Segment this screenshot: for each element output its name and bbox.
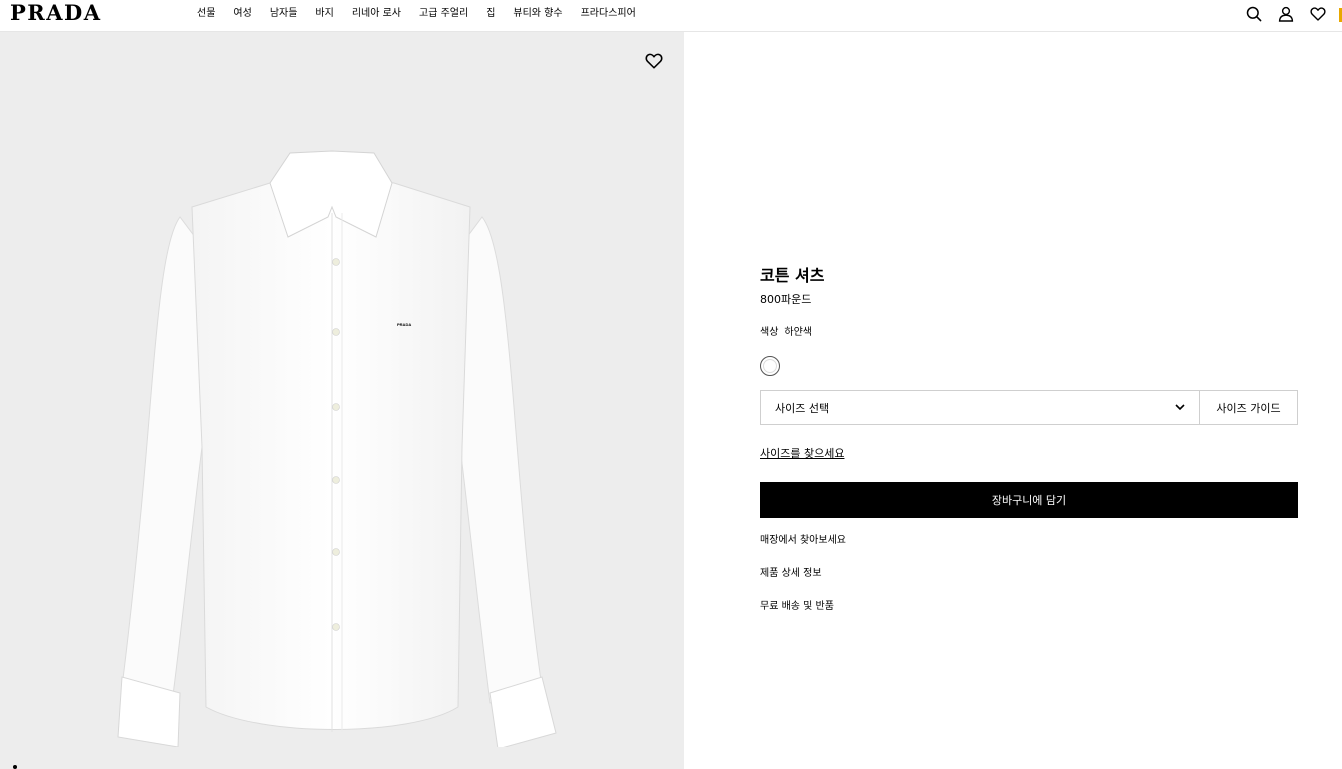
nav-item-women[interactable]: 여성 <box>233 0 251 28</box>
heart-icon[interactable] <box>1308 4 1328 24</box>
find-size-link[interactable]: 사이즈를 찾으세요 <box>760 446 844 462</box>
color-label: 색상 <box>760 327 779 338</box>
size-guide-button[interactable]: 사이즈 가이드 <box>1200 390 1298 425</box>
nav-item-beauty-fragrance[interactable]: 뷰티와 향수 <box>513 0 562 28</box>
carousel-dot[interactable] <box>13 765 17 769</box>
search-icon[interactable] <box>1244 4 1264 24</box>
size-select-label: 사이즈 선택 <box>775 401 830 415</box>
product-details-link[interactable]: 제품 상세 정보 <box>760 566 1298 582</box>
color-swatch-white[interactable] <box>760 356 780 376</box>
product-price: 800파운드 <box>760 293 812 306</box>
color-value: 하얀색 <box>784 327 813 338</box>
size-select[interactable]: 사이즈 선택 <box>760 390 1200 425</box>
nav-item-pradasphere[interactable]: 프라다스피어 <box>581 0 636 28</box>
size-row: 사이즈 선택 사이즈 가이드 <box>760 390 1298 425</box>
shipping-returns-link[interactable]: 무료 배송 및 반품 <box>760 599 1298 615</box>
nav-item-men[interactable]: 남자들 <box>270 0 298 28</box>
color-row: 색상 하얀색 <box>760 325 1298 341</box>
user-icon[interactable] <box>1276 4 1296 24</box>
nav-item-home[interactable]: 집 <box>486 0 495 28</box>
chevron-down-icon <box>1175 404 1185 411</box>
product-details: 코튼 셔츠 800파운드 색상 하얀색 사이즈 선택 사이즈 가이드 사이즈를 … <box>760 262 1298 615</box>
header-actions <box>1244 4 1328 24</box>
product-image-panel: PRADA <box>0 32 684 769</box>
nav-item-gifts[interactable]: 선물 <box>197 0 215 28</box>
add-to-cart-button[interactable]: 장바구니에 담기 <box>760 482 1298 518</box>
top-header: PRADA 선물 여성 남자들 바지 리네아 로사 고급 주얼리 집 뷰티와 향… <box>0 0 1342 32</box>
nav-item-linea-rossa[interactable]: 리네아 로사 <box>352 0 401 28</box>
shirt-print-text: PRADA <box>397 322 411 327</box>
shirt-image: PRADA <box>117 150 557 747</box>
nav-item-pants[interactable]: 바지 <box>315 0 333 28</box>
brand-logo[interactable]: PRADA <box>10 2 102 24</box>
product-title: 코튼 셔츠 <box>760 266 825 285</box>
main-nav: 선물 여성 남자들 바지 리네아 로사 고급 주얼리 집 뷰티와 향수 프라다스… <box>197 0 654 28</box>
find-in-store-link[interactable]: 매장에서 찾아보세요 <box>760 533 1298 549</box>
nav-item-fine-jewelry[interactable]: 고급 주얼리 <box>419 0 468 28</box>
wishlist-heart-icon[interactable] <box>645 52 665 72</box>
